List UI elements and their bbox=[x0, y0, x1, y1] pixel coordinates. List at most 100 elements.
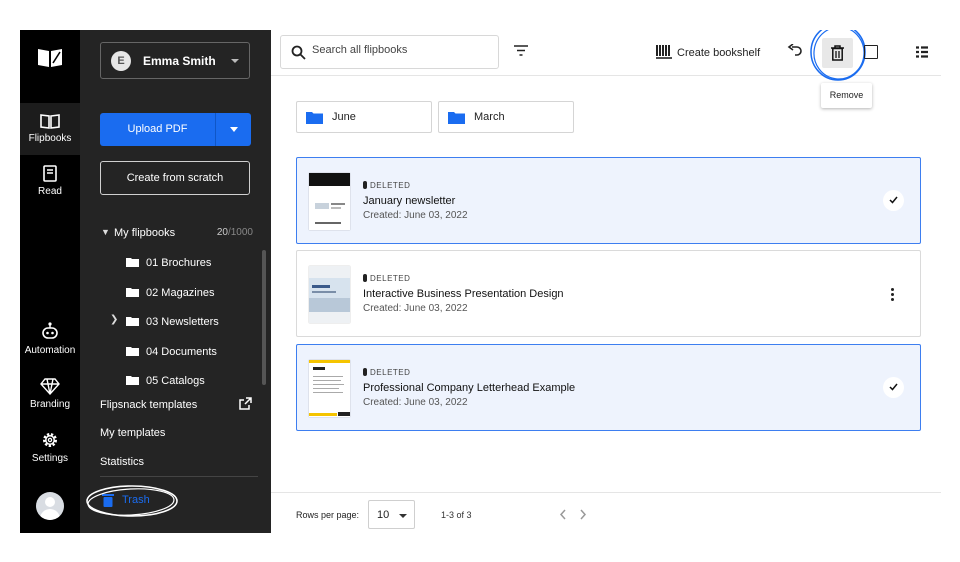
sidebar-divider bbox=[100, 476, 258, 477]
main-content: Create bookshelf Remo bbox=[271, 30, 941, 533]
rail-item-flipbooks[interactable]: Flipbooks bbox=[20, 103, 80, 155]
flipbook-title: Professional Company Letterhead Example bbox=[363, 382, 576, 394]
folder-label: 01 Brochures bbox=[146, 257, 212, 269]
folder-icon bbox=[126, 347, 139, 356]
my-flipbooks-label: My flipbooks bbox=[114, 227, 176, 239]
upload-pdf-label: Upload PDF bbox=[127, 123, 188, 135]
user-menu[interactable]: E Emma Smith bbox=[100, 42, 250, 79]
flipbook-created-date: Created: June 03, 2022 bbox=[363, 397, 468, 408]
selected-checkmark[interactable] bbox=[883, 377, 904, 398]
folder-label: 02 Magazines bbox=[146, 287, 215, 299]
folder-label: 05 Catalogs bbox=[146, 375, 205, 387]
status-badge: DELETED bbox=[363, 368, 410, 377]
filter-icon[interactable] bbox=[514, 45, 528, 56]
upload-pdf-button[interactable]: Upload PDF bbox=[100, 113, 251, 146]
rail-item-label: Automation bbox=[24, 345, 76, 356]
flipbook-card[interactable]: DELETED Interactive Business Presentatio… bbox=[296, 250, 921, 337]
chevron-left-icon[interactable] bbox=[559, 509, 567, 520]
flipbook-created-date: Created: June 03, 2022 bbox=[363, 303, 468, 314]
status-badge: DELETED bbox=[363, 181, 410, 190]
folder-label: 04 Documents bbox=[146, 346, 217, 358]
caret-down-icon bbox=[399, 514, 407, 518]
flipbook-count-max: /1000 bbox=[227, 227, 253, 238]
reader-icon bbox=[43, 165, 57, 182]
chevron-down-icon bbox=[231, 59, 239, 63]
sidebar-scrollbar[interactable] bbox=[262, 250, 266, 385]
folder-card-label: June bbox=[332, 111, 356, 123]
sidebar-folder[interactable]: 01 Brochures bbox=[100, 256, 250, 272]
folder-label: 03 Newsletters bbox=[146, 316, 219, 328]
flipbook-thumbnail bbox=[309, 266, 350, 323]
more-options-icon[interactable] bbox=[891, 288, 894, 303]
rail-item-label: Read bbox=[38, 186, 62, 197]
folder-icon bbox=[126, 317, 139, 326]
rail-item-branding[interactable]: Branding bbox=[20, 377, 80, 410]
toolbar: Create bookshelf bbox=[271, 30, 941, 81]
sidebar-folder[interactable]: 05 Catalogs bbox=[100, 374, 250, 390]
user-avatar: E bbox=[111, 51, 131, 71]
rail-item-read[interactable]: Read bbox=[20, 165, 80, 197]
folder-icon bbox=[306, 112, 323, 124]
sidebar-folder[interactable]: 02 Magazines bbox=[100, 286, 250, 302]
rail-item-label: Flipbooks bbox=[28, 133, 72, 144]
flipbook-count-value: 20 bbox=[216, 227, 228, 238]
flipbook-thumbnail bbox=[309, 360, 350, 417]
external-link-icon[interactable] bbox=[239, 397, 252, 410]
upload-options-toggle[interactable] bbox=[215, 113, 251, 146]
rail-item-settings[interactable]: Settings bbox=[20, 431, 80, 464]
status-badge: DELETED bbox=[363, 274, 410, 283]
status-text: DELETED bbox=[370, 368, 411, 377]
status-text: DELETED bbox=[370, 274, 411, 283]
search-box[interactable] bbox=[280, 35, 499, 69]
robot-icon bbox=[42, 322, 58, 339]
selected-checkmark[interactable] bbox=[883, 190, 904, 211]
chevron-right-icon[interactable] bbox=[579, 509, 587, 520]
search-input[interactable] bbox=[312, 44, 492, 56]
icon-rail: Flipbooks Read Automation Branding Setti… bbox=[20, 30, 80, 533]
folder-card[interactable]: June bbox=[296, 101, 432, 133]
flipbook-card[interactable]: DELETED Professional Company Letterhead … bbox=[296, 344, 921, 431]
status-text: DELETED bbox=[370, 181, 411, 190]
remove-tooltip: Remove bbox=[821, 83, 872, 108]
folder-icon bbox=[126, 288, 139, 297]
flipbook-created-date: Created: June 03, 2022 bbox=[363, 210, 468, 221]
check-icon bbox=[889, 383, 898, 391]
bookshelf-icon bbox=[656, 45, 672, 59]
chevron-right-icon[interactable]: ❯ bbox=[110, 314, 118, 325]
flipbook-card[interactable]: DELETED January newsletter Created: June… bbox=[296, 157, 921, 244]
book-open-icon bbox=[40, 114, 60, 129]
folder-icon bbox=[126, 376, 139, 385]
folder-icon bbox=[126, 258, 139, 267]
flipsnack-logo-icon[interactable] bbox=[37, 48, 63, 68]
flipbook-thumbnail bbox=[309, 173, 350, 230]
list-view-icon[interactable] bbox=[916, 46, 928, 58]
sidebar: E Emma Smith Upload PDF Create from scra… bbox=[80, 30, 271, 533]
create-bookshelf-label: Create bookshelf bbox=[677, 47, 761, 59]
flipbook-title: Interactive Business Presentation Design bbox=[363, 288, 564, 300]
create-from-scratch-button[interactable]: Create from scratch bbox=[100, 161, 250, 195]
folder-card[interactable]: March bbox=[438, 101, 574, 133]
select-all-checkbox[interactable] bbox=[864, 45, 878, 59]
caret-down-icon bbox=[230, 127, 238, 132]
rail-item-automation[interactable]: Automation bbox=[20, 321, 80, 356]
gear-icon bbox=[43, 433, 57, 447]
nav-statistics[interactable]: Statistics bbox=[100, 456, 260, 468]
chevron-down-icon: ▼ bbox=[101, 227, 110, 237]
pagination-bar: Rows per page: 10 1-3 of 3 bbox=[271, 492, 941, 533]
rows-per-page-select[interactable]: 10 bbox=[368, 500, 415, 529]
rows-per-page-value: 10 bbox=[377, 509, 390, 521]
diamond-icon bbox=[40, 378, 60, 395]
folder-icon bbox=[448, 112, 465, 124]
nav-my-templates[interactable]: My templates bbox=[100, 427, 260, 439]
page-range: 1-3 of 3 bbox=[441, 510, 472, 520]
sidebar-folder[interactable]: ❯ 03 Newsletters bbox=[100, 314, 250, 331]
restore-icon[interactable] bbox=[787, 44, 803, 58]
highlight-circle bbox=[810, 30, 866, 81]
rail-item-label: Settings bbox=[31, 453, 69, 464]
check-icon bbox=[889, 196, 898, 204]
nav-flipsnack-templates[interactable]: Flipsnack templates bbox=[100, 399, 260, 411]
sidebar-folder[interactable]: 04 Documents bbox=[100, 345, 250, 361]
folder-card-label: March bbox=[474, 111, 505, 123]
account-avatar[interactable] bbox=[36, 492, 64, 520]
rail-item-label: Branding bbox=[29, 399, 71, 410]
